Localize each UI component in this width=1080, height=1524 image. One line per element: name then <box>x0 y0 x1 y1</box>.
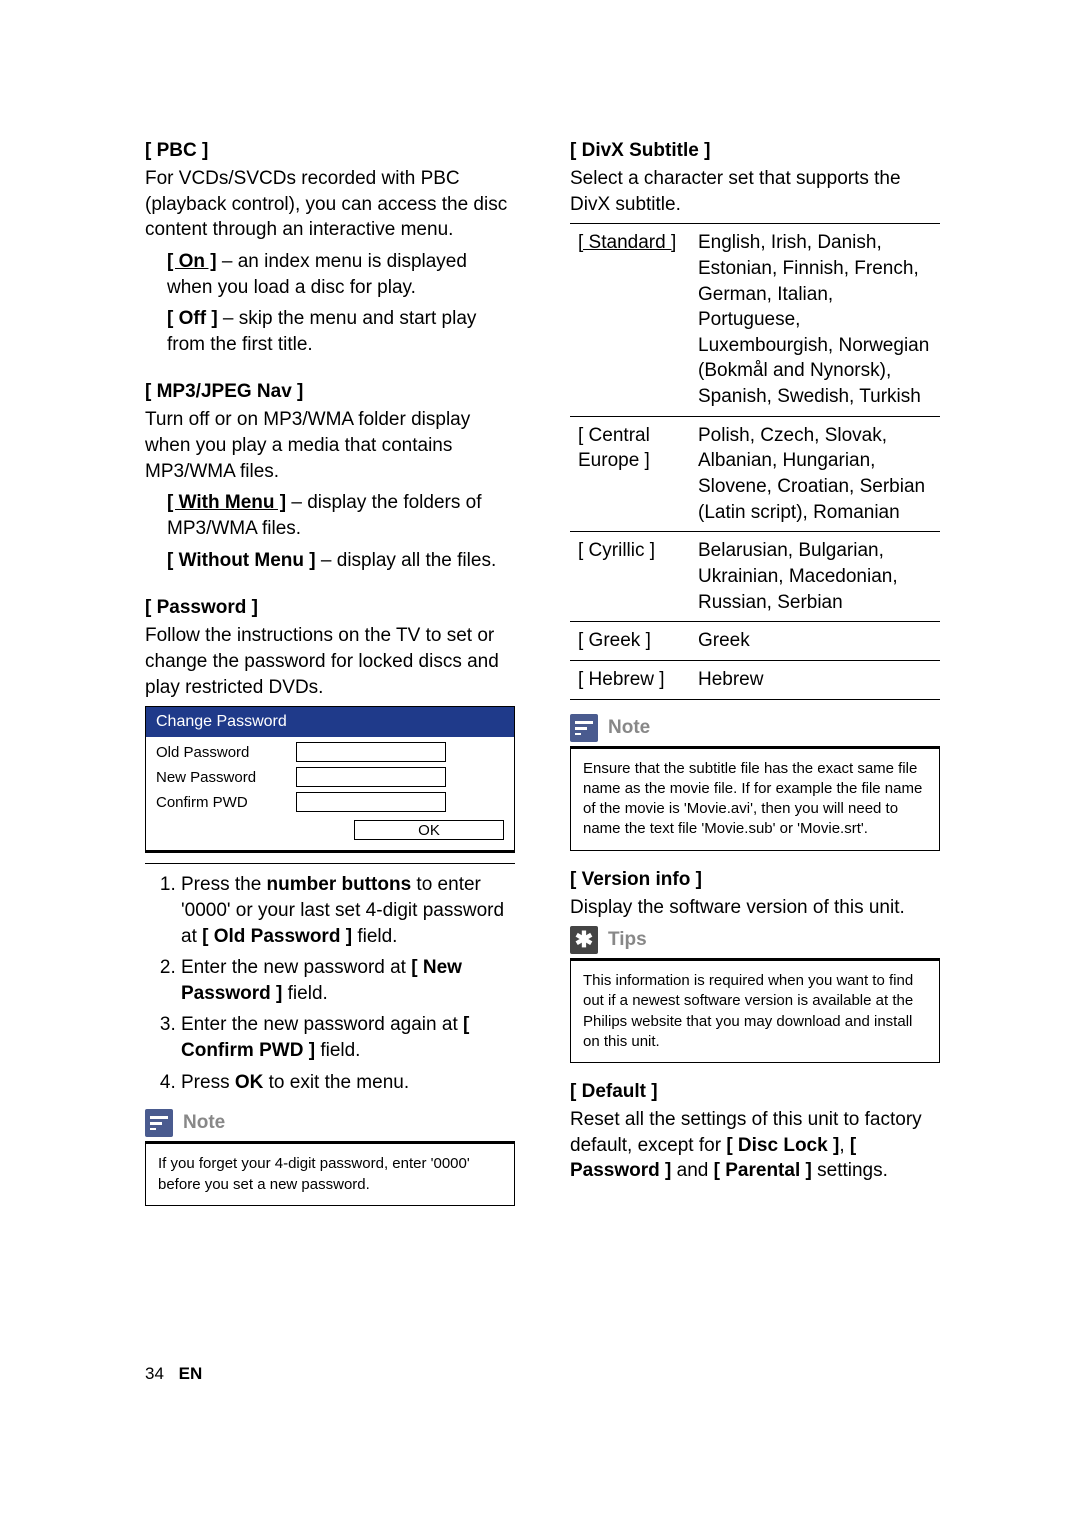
subtitle-option: [ Central Europe ] <box>570 416 690 532</box>
pw-row-new: New Password <box>146 762 514 787</box>
pbc-on-label: [ On ] <box>167 251 217 272</box>
tips-body: This information is required when you wa… <box>570 958 940 1063</box>
mp3-without-text: – display all the ﬁles. <box>316 550 497 571</box>
divx-title: [ DivX Subtitle ] <box>570 140 940 162</box>
subtitle-languages: Hebrew <box>690 660 940 699</box>
password-steps: Press the number buttons to enter '0000'… <box>181 872 515 1095</box>
subtitle-languages: Belarusian, Bulgarian, Ukrainian, Macedo… <box>690 532 940 622</box>
right-column: [ DivX Subtitle ] Select a character set… <box>570 140 940 1206</box>
old-password-field[interactable] <box>296 742 446 762</box>
callout-head: Note <box>570 714 940 742</box>
pw-row-confirm: Confirm PWD <box>146 787 514 812</box>
note-body: If you forget your 4-digit password, ent… <box>145 1141 515 1206</box>
subtitle-table: [ Standard ]English, Irish, Danish, Esto… <box>570 223 940 699</box>
pbc-desc: For VCDs/SVCDs recorded with PBC (playba… <box>145 166 515 243</box>
subtitle-option: [ Greek ] <box>570 622 690 661</box>
mp3-without: [ Without Menu ] – display all the ﬁles. <box>167 548 515 574</box>
callout-head: Note <box>145 1109 515 1137</box>
step-3: Enter the new password again at [ Conﬁrm… <box>181 1012 515 1063</box>
page-lang: EN <box>179 1364 203 1383</box>
table-row: [ Standard ]English, Irish, Danish, Esto… <box>570 224 940 416</box>
divx-desc: Select a character set that supports the… <box>570 166 940 217</box>
change-password-header: Change Password <box>146 707 514 737</box>
mp3-with-label: [ With Menu ] <box>167 492 286 513</box>
note-body: Ensure that the subtitle ﬁle has the exa… <box>570 746 940 851</box>
table-row: [ Central Europe ]Polish, Czech, Slovak,… <box>570 416 940 532</box>
divx-note-callout: Note Ensure that the subtitle ﬁle has th… <box>570 714 940 851</box>
table-row: [ Cyrillic ]Belarusian, Bulgarian, Ukrai… <box>570 532 940 622</box>
mp3-with: [ With Menu ] – display the folders of M… <box>167 490 515 541</box>
subtitle-option: [ Cyrillic ] <box>570 532 690 622</box>
change-password-box: Change Password Old Password New Passwor… <box>145 706 515 853</box>
new-password-label: New Password <box>156 769 296 786</box>
ok-button[interactable]: OK <box>354 820 504 840</box>
pbc-off: [ Off ] – skip the menu and start play f… <box>167 306 515 357</box>
subtitle-languages: Polish, Czech, Slovak, Albanian, Hungari… <box>690 416 940 532</box>
tips-title: Tips <box>608 929 647 951</box>
mp3-without-label: [ Without Menu ] <box>167 550 316 571</box>
subtitle-option: [ Hebrew ] <box>570 660 690 699</box>
default-desc: Reset all the settings of this unit to f… <box>570 1107 940 1184</box>
pbc-off-label: [ Off ] <box>167 308 218 329</box>
table-row: [ Hebrew ]Hebrew <box>570 660 940 699</box>
tips-callout: ✱ Tips This information is required when… <box>570 926 940 1063</box>
mp3-desc: Turn off or on MP3/WMA folder display wh… <box>145 407 515 484</box>
table-row: [ Greek ]Greek <box>570 622 940 661</box>
pbc-title: [ PBC ] <box>145 140 515 162</box>
version-desc: Display the software version of this uni… <box>570 895 940 921</box>
mp3-title: [ MP3/JPEG Nav ] <box>145 381 515 403</box>
page-footer: 34 EN <box>145 1364 202 1384</box>
divider <box>145 863 515 864</box>
page-number: 34 <box>145 1364 164 1383</box>
step-2: Enter the new password at [ New Password… <box>181 955 515 1006</box>
version-title: [ Version info ] <box>570 869 940 891</box>
old-password-label: Old Password <box>156 744 296 761</box>
callout-head: ✱ Tips <box>570 926 940 954</box>
default-title: [ Default ] <box>570 1081 940 1103</box>
tips-icon: ✱ <box>570 926 598 954</box>
password-desc: Follow the instructions on the TV to set… <box>145 623 515 700</box>
pw-ok-row: OK <box>146 812 514 850</box>
new-password-field[interactable] <box>296 767 446 787</box>
pw-row-old: Old Password <box>146 737 514 762</box>
password-title: [ Password ] <box>145 597 515 619</box>
subtitle-languages: English, Irish, Danish, Estonian, Finnis… <box>690 224 940 416</box>
note-icon <box>570 714 598 742</box>
left-column: [ PBC ] For VCDs/SVCDs recorded with PBC… <box>145 140 515 1206</box>
step-4: Press OK to exit the menu. <box>181 1070 515 1096</box>
pbc-on: [ On ] – an index menu is displayed when… <box>167 249 515 300</box>
step-1: Press the number buttons to enter '0000'… <box>181 872 515 949</box>
note-icon <box>145 1109 173 1137</box>
confirm-pwd-field[interactable] <box>296 792 446 812</box>
subtitle-languages: Greek <box>690 622 940 661</box>
note-title: Note <box>608 717 650 739</box>
page-columns: [ PBC ] For VCDs/SVCDs recorded with PBC… <box>145 140 965 1206</box>
subtitle-option: [ Standard ] <box>570 224 690 416</box>
confirm-pwd-label: Confirm PWD <box>156 794 296 811</box>
password-note-callout: Note If you forget your 4-digit password… <box>145 1109 515 1206</box>
note-title: Note <box>183 1112 225 1134</box>
